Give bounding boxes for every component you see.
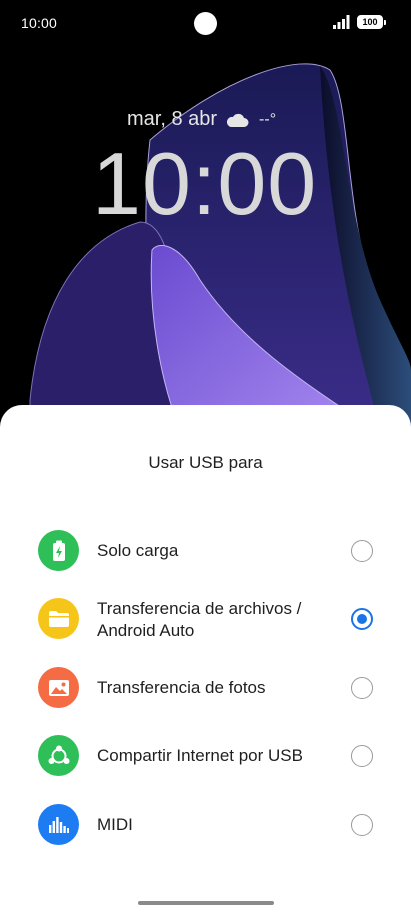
status-time: 10:00	[21, 15, 58, 31]
battery-level: 100	[362, 16, 378, 27]
option-midi[interactable]: MIDI	[0, 795, 411, 855]
option-label: Solo carga	[97, 541, 179, 560]
option-transferencia-fotos[interactable]: Transferencia de fotos	[0, 658, 411, 718]
battery-charge-icon	[38, 530, 79, 571]
date-text: mar, 8 abr	[127, 108, 218, 130]
lock-clock: 10:00	[92, 134, 318, 233]
status-bar: 10:00 100	[0, 0, 411, 46]
equalizer-icon	[38, 804, 79, 845]
option-label: Compartir Internet por USB	[97, 746, 303, 765]
lock-date: mar, 8 abr --°	[127, 108, 276, 131]
option-solo-carga[interactable]: Solo carga	[0, 521, 411, 581]
folder-icon	[38, 598, 79, 639]
home-indicator[interactable]	[138, 901, 274, 905]
cloud-icon	[226, 113, 249, 127]
radio-button[interactable]	[351, 814, 373, 836]
option-transferencia-archivos[interactable]: Transferencia de archivos / Android Auto	[0, 589, 411, 649]
option-label: Transferencia de fotos	[97, 678, 266, 697]
radio-button[interactable]	[351, 677, 373, 699]
battery-icon: 100	[357, 15, 386, 29]
signal-icon	[333, 15, 350, 29]
temperature-text: --°	[259, 110, 277, 128]
share-network-icon	[38, 735, 79, 776]
radio-button-selected[interactable]	[351, 608, 373, 630]
option-label: MIDI	[97, 815, 133, 834]
usb-options-sheet: Usar USB para Solo carga Transferencia d…	[0, 405, 411, 914]
photo-icon	[38, 667, 79, 708]
radio-button[interactable]	[351, 540, 373, 562]
camera-cutout	[194, 12, 217, 35]
option-compartir-internet[interactable]: Compartir Internet por USB	[0, 726, 411, 786]
sheet-title: Usar USB para	[148, 453, 263, 472]
option-label: Transferencia de archivos / Android Auto	[97, 599, 302, 640]
radio-button[interactable]	[351, 745, 373, 767]
